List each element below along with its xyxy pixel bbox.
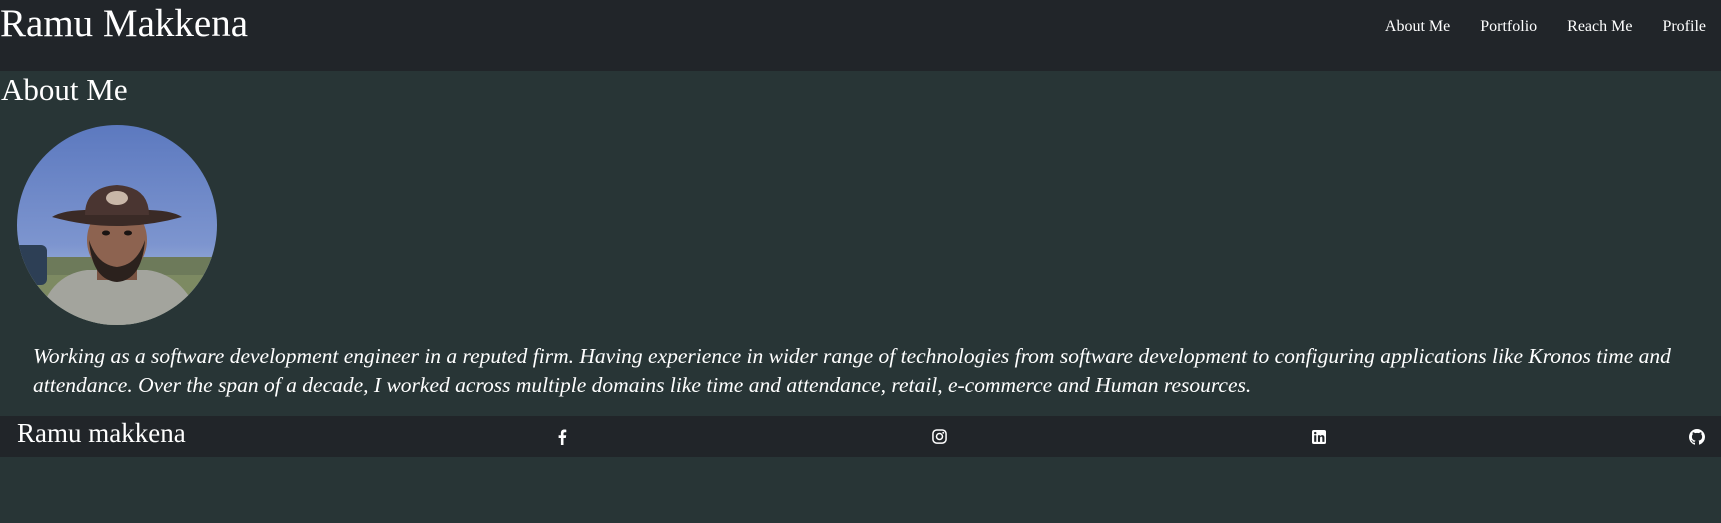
footer-name: Ramu makkena [17, 418, 186, 448]
footer: Ramu makkena [0, 416, 1721, 457]
about-paragraph: Working as a software development engine… [33, 344, 1671, 397]
instagram-icon[interactable] [931, 428, 948, 445]
nav-link-profile[interactable]: Profile [1647, 16, 1721, 38]
brand-title[interactable]: Ramu Makkena [0, 2, 248, 46]
navbar: Ramu Makkena About Me Portfolio Reach Me… [0, 0, 1721, 71]
linkedin-icon[interactable] [1310, 428, 1327, 445]
nav-links: About Me Portfolio Reach Me Profile [1370, 16, 1721, 38]
nav-link-reach-me[interactable]: Reach Me [1552, 16, 1647, 38]
github-icon[interactable] [1688, 428, 1705, 445]
facebook-icon[interactable] [553, 428, 570, 445]
avatar [17, 125, 217, 325]
section-title: About Me [1, 72, 128, 107]
nav-link-about-me[interactable]: About Me [1370, 16, 1465, 38]
nav-link-portfolio[interactable]: Portfolio [1465, 16, 1552, 38]
